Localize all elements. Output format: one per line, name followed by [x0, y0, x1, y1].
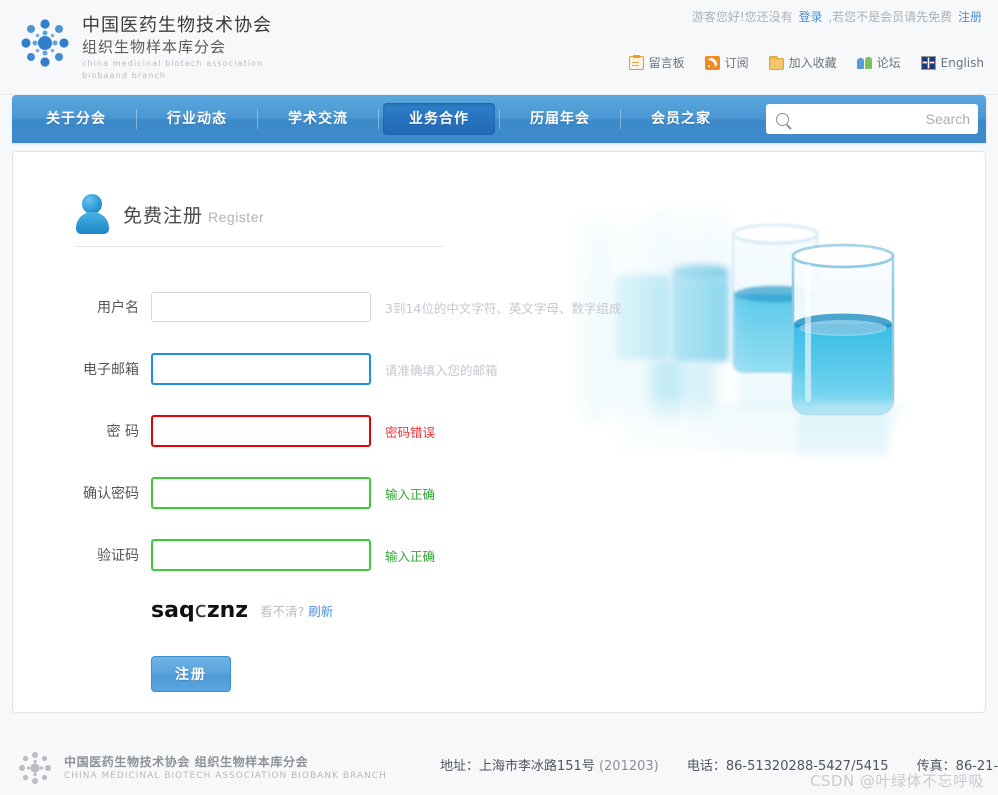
email-hint: 请准确填入您的邮箱	[385, 362, 498, 378]
greeting-middle: ,若您不是会员请先免费	[828, 10, 953, 24]
guest-greeting: 游客您好!您还没有 登录 ,若您不是会员请先免费 注册	[692, 8, 984, 25]
captcha-part-3: c	[194, 597, 207, 623]
site-brand: 中国医药生物技术协会 组织生物样本库分会 china medicinal bio…	[14, 12, 272, 81]
form-row-password: 密 码 密码错误	[75, 400, 695, 462]
nav-divider	[499, 109, 500, 129]
quicklink-label: 加入收藏	[788, 56, 837, 70]
quicklink-label: English	[940, 55, 984, 70]
page-title-en: Register	[208, 208, 265, 225]
clipboard-icon	[628, 54, 644, 70]
main-navigation: 关于分会 行业动态 学术交流 业务合作 历届年会 会员之家	[12, 95, 986, 143]
username-label: 用户名	[97, 300, 139, 316]
submit-row: 注册	[75, 656, 695, 692]
footer-brand-en: CHINA MEDICINAL BIOTECH ASSOCIATION BIOB…	[64, 770, 387, 781]
form-row-username: 用户名 3到14位的中文字符、英文字母、数字组成	[75, 276, 695, 338]
nav-item-annual-meetings[interactable]: 历届年会	[504, 103, 616, 135]
user-avatar-icon	[75, 192, 111, 236]
brand-name-en-2: biobaand branch	[82, 71, 167, 80]
quicklink-label: 留言板	[648, 56, 685, 70]
captcha-part-2: aq	[164, 597, 195, 623]
captcha-display-row: saqcznz 看不清? 刷新	[75, 586, 695, 634]
confirm-password-label: 确认密码	[83, 486, 139, 502]
captcha-refresh-note: 看不清? 刷新	[260, 601, 333, 620]
captcha-label: 验证码	[97, 548, 139, 564]
captcha-part-1: s	[151, 597, 165, 623]
captcha-image[interactable]: saqcznz	[151, 598, 248, 623]
folder-icon	[768, 55, 784, 70]
password-error-message: 密码错误	[385, 424, 436, 440]
confirm-password-input[interactable]	[151, 477, 371, 509]
nav-item-academic-exchange[interactable]: 学术交流	[262, 103, 374, 135]
quicklink-subscribe[interactable]: 订阅	[704, 54, 749, 71]
quicklink-english[interactable]: English	[920, 55, 984, 70]
people-icon	[856, 56, 872, 70]
username-input[interactable]	[151, 292, 371, 322]
quick-links: 留言板 订阅 加入收藏 论坛 English	[628, 54, 984, 71]
captcha-input[interactable]	[151, 539, 371, 571]
nav-item-member-home[interactable]: 会员之家	[625, 103, 737, 135]
brand-name-cn: 中国医药生物技术协会	[82, 15, 272, 36]
nav-item-about[interactable]: 关于分会	[20, 103, 132, 135]
footer-fax: 传真：86-21-51320287	[916, 759, 998, 774]
brand-name-en-1: china medicinal biotech association	[82, 59, 264, 68]
site-header: 中国医药生物技术协会 组织生物样本库分会 china medicinal bio…	[0, 0, 998, 95]
quicklink-label: 订阅	[724, 56, 749, 70]
quicklink-label: 论坛	[876, 56, 901, 70]
register-heading: 免费注册 Register	[75, 192, 264, 236]
password-label: 密 码	[106, 424, 139, 440]
rss-icon	[704, 55, 720, 70]
footer-logo-icon	[14, 747, 56, 789]
captcha-success-message: 输入正确	[385, 548, 436, 564]
confirm-password-success-message: 输入正确	[385, 486, 436, 502]
username-hint: 3到14位的中文字符、英文字母、数字组成	[385, 300, 622, 316]
nav-item-business-cooperation[interactable]: 业务合作	[383, 103, 495, 135]
registration-form: 用户名 3到14位的中文字符、英文字母、数字组成 电子邮箱 请准确填入您的邮箱 …	[75, 276, 695, 692]
quicklink-forum[interactable]: 论坛	[856, 54, 901, 71]
heading-divider	[75, 246, 443, 247]
register-submit-button[interactable]: 注册	[151, 656, 231, 692]
footer-phone: 电话：86-51320288-5427/5415	[686, 759, 889, 774]
nav-divider	[136, 109, 137, 129]
form-row-confirm-password: 确认密码 输入正确	[75, 462, 695, 524]
search-box[interactable]	[766, 104, 978, 134]
register-link[interactable]: 注册	[958, 10, 982, 24]
search-input[interactable]	[789, 111, 970, 127]
form-row-email: 电子邮箱 请准确填入您的邮箱	[75, 338, 695, 400]
footer-address: 地址：上海市李冰路151号	[440, 759, 595, 774]
footer-contact-info: 地址：上海市李冰路151号 (201203) 电话：86-51320288-54…	[440, 755, 998, 774]
captcha-part-4: znz	[206, 597, 249, 623]
brand-subname-cn: 组织生物样本库分会	[82, 38, 227, 56]
captcha-refresh-link[interactable]: 刷新	[308, 604, 333, 619]
greeting-prefix: 游客您好!您还没有	[691, 10, 793, 24]
search-icon	[776, 112, 789, 126]
email-label: 电子邮箱	[83, 362, 139, 378]
quicklink-message-board[interactable]: 留言板	[628, 54, 685, 71]
register-panel: 免费注册 Register 用户名 3到14位的中文字符、英文字母、数字组成 电子…	[12, 151, 986, 713]
nav-divider	[257, 109, 258, 129]
footer-zipcode: (201203)	[598, 759, 659, 774]
password-input[interactable]	[151, 415, 371, 447]
email-input[interactable]	[151, 353, 371, 385]
nav-divider	[378, 109, 379, 129]
nav-item-industry-news[interactable]: 行业动态	[141, 103, 253, 135]
form-row-captcha: 验证码 输入正确	[75, 524, 695, 586]
site-footer: 中国医药生物技术协会 组织生物样本库分会 CHINA MEDICINAL BIO…	[0, 733, 998, 795]
page-title: 免费注册	[123, 204, 204, 227]
footer-brand: 中国医药生物技术协会 组织生物样本库分会 CHINA MEDICINAL BIO…	[14, 747, 387, 789]
quicklink-add-favorite[interactable]: 加入收藏	[768, 54, 837, 71]
login-link[interactable]: 登录	[798, 10, 822, 24]
footer-brand-cn: 中国医药生物技术协会 组织生物样本库分会	[64, 754, 309, 769]
uk-flag-icon	[920, 55, 936, 70]
captcha-unclear-text: 看不清?	[260, 603, 305, 619]
nav-divider	[620, 109, 621, 129]
association-logo-icon	[14, 12, 76, 74]
